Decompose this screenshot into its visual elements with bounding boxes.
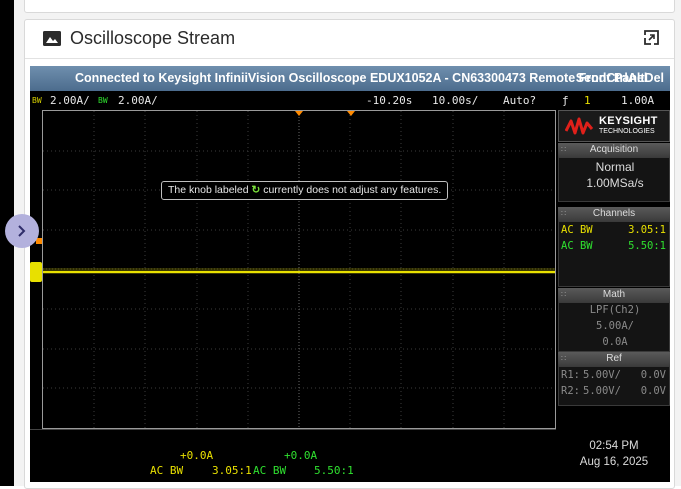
previous-card [24,0,675,13]
clock-date: Aug 16, 2025 [579,456,649,468]
bottom-ch1-probe[interactable]: 3.05:1 [212,464,252,477]
time-offset[interactable]: -10.20s [366,92,412,109]
channels-header[interactable]: ∷ Channels [558,207,670,221]
card-header: Oscilloscope Stream [25,20,674,59]
card-title: Oscilloscope Stream [70,28,236,48]
math-header[interactable]: ∷ Math [558,288,670,302]
ch1-ground-marker[interactable] [30,262,42,282]
side-panel: KEYSIGHT TECHNOLOGIES ∷ Acquisition Norma… [558,110,670,482]
bottom-ch1-coupling[interactable]: AC BW [150,464,183,477]
ch2-scale[interactable]: 2.00A/ [118,92,158,109]
grid-lines [43,111,555,428]
waveform-grid[interactable]: The knob labeled ↻ currently does not ad… [42,110,556,429]
chevron-right-icon [18,225,26,237]
bottom-channel-bar: +0.0A AC BW 3.05:1 +0.0A AC BW 5.50:1 [30,429,556,482]
acquisition-body[interactable]: Normal 1.00MSa/s [558,157,670,202]
ch2-bw-tag: BW [98,96,108,105]
acquisition-header[interactable]: ∷ Acquisition [558,143,670,157]
trigger-slope-icon: ƒ [562,94,569,107]
math-scale: 5.00A/ [596,320,634,332]
math-function: LPF(Ch2) [589,304,641,316]
scope-remote-panel[interactable]: Connected to Keysight InfiniiVision Osci… [30,66,670,482]
trigger-source[interactable]: 1 [584,92,591,109]
expand-icon[interactable] [643,29,660,46]
r2-offset: 0.0V [640,385,666,397]
acq-rate: 1.00MSa/s [586,176,644,190]
acq-mode: Normal [595,160,635,174]
bottom-ch2-probe[interactable]: 5.50:1 [314,464,354,477]
time-reference-marker [295,111,303,116]
r1-offset: 0.0V [640,369,666,381]
clock-time: 02:54 PM [589,440,639,452]
tooltip-text-before: The knob labeled [168,184,249,196]
expand-sidebar-button[interactable] [5,214,39,248]
side-ch2-probe: 5.50:1 [628,240,666,252]
ch1-bw-tag: BW [32,96,42,105]
r2-scale: 5.00V/ [583,385,621,397]
remote-title: Connected to Keysight InfiniiVision Osci… [75,71,648,85]
keysight-logo: KEYSIGHT TECHNOLOGIES [558,110,670,142]
knob-tooltip: The knob labeled ↻ currently does not ad… [161,181,449,200]
ref-body[interactable]: R1: 5.00V/ 0.0V R2: 5.00V/ 0.0V [558,366,670,406]
tooltip-text-after: currently does not adjust any features. [263,184,442,196]
ch1-scale[interactable]: 2.00A/ [50,92,90,109]
trigger-position-marker [347,111,355,116]
ref-header[interactable]: ∷ Ref [558,352,670,366]
channels-body[interactable]: AC BW 3.05:1 AC BW 5.50:1 [558,221,670,287]
keysight-wave-icon [565,117,594,135]
scope-clock: 02:54 PM Aug 16, 2025 [558,438,670,470]
status-row: BW 2.00A/ BW 2.00A/ -10.20s 10.00s/ Auto… [30,92,670,109]
math-offset: 0.0A [602,336,628,348]
knob-icon: ↻ [251,184,261,196]
r1-scale: 5.00V/ [583,369,621,381]
remote-titlebar: Connected to Keysight InfiniiVision Osci… [30,66,670,91]
math-body[interactable]: LPF(Ch2) 5.00A/ 0.0A [558,302,670,352]
side-ch1-probe: 3.05:1 [628,224,666,236]
send-ctrl-alt-del-button[interactable]: SendCtrlAltDel [576,66,664,91]
trigger-level[interactable]: 1.00A [621,92,654,109]
image-icon [43,31,61,46]
bottom-ch2-offset[interactable]: +0.0A [284,449,317,462]
bottom-ch1-offset[interactable]: +0.0A [180,449,213,462]
time-scale[interactable]: 10.00s/ [432,92,478,109]
bottom-ch2-coupling[interactable]: AC BW [253,464,286,477]
trigger-mode[interactable]: Auto? [503,92,536,109]
